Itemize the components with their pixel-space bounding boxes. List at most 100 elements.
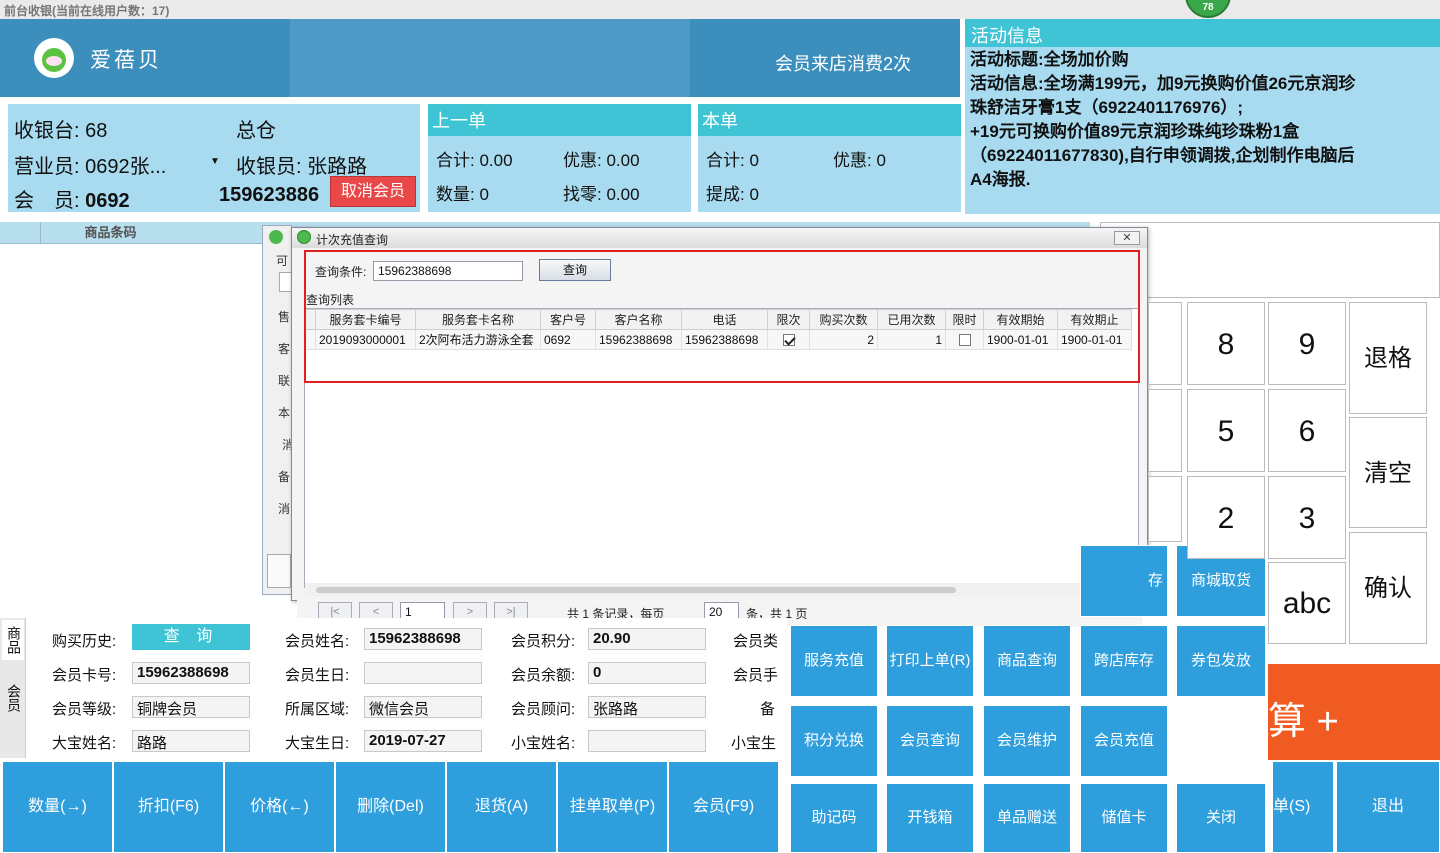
member-name-label: 会员姓名: [285, 633, 350, 650]
delete-button[interactable]: 删除(Del) [335, 761, 446, 853]
exit-button[interactable]: 退出 [1336, 761, 1440, 853]
backspace-key[interactable]: 退格 [1349, 302, 1427, 414]
child1-bday-field[interactable]: 2019-07-27 [364, 730, 482, 752]
stored-value-card-button[interactable]: 储值卡 [1080, 783, 1168, 853]
open-drawer-button[interactable]: 开钱箱 [886, 783, 974, 853]
balance-label: 会员余额: [511, 667, 576, 684]
last-discount-label: 优惠: [563, 151, 607, 170]
key-7-partial[interactable] [1148, 302, 1182, 385]
hold-order-button[interactable]: 挂单取单(P) [557, 761, 668, 853]
scrollbar-thumb[interactable] [316, 587, 956, 593]
child2-bday-label: 小宝生 [731, 735, 777, 752]
card-field[interactable]: 15962388698 [132, 662, 250, 684]
abc-key[interactable]: abc [1268, 562, 1346, 644]
advisor-label: 会员顾问: [511, 701, 576, 718]
member-name-field[interactable]: 15962388698 [364, 628, 482, 650]
advisor-field[interactable]: 张路路 [588, 696, 706, 718]
clerk-info[interactable]: 营业员: 0692张... [14, 150, 166, 179]
member-type-label: 会员类 [733, 633, 779, 650]
region-field[interactable]: 微信会员 [364, 696, 482, 718]
last-order-panel: 上一单 合计: 0.00 优惠: 0.00 数量: 0 找零: 0.00 [428, 104, 691, 212]
member-maintain-button[interactable]: 会员维护 [983, 705, 1071, 777]
points-field[interactable]: 20.90 [588, 628, 706, 650]
level-field[interactable]: 铜牌会员 [132, 696, 250, 718]
history-query-button[interactable]: 查 询 [132, 624, 250, 650]
activity-line: 活动标题:全场加价购 [970, 50, 1129, 69]
mnemonic-button[interactable]: 助记码 [790, 783, 878, 853]
coupon-issue-button[interactable]: 券包发放 [1176, 625, 1266, 697]
back-label: 客 [278, 342, 291, 356]
member-info: 会 员: 0692 [14, 184, 130, 213]
dialog-app-icon [297, 230, 311, 244]
clerk-value: 0692张... [85, 156, 167, 178]
last-order-change: 找零: 0.00 [563, 180, 640, 205]
register-value: 68 [85, 120, 108, 142]
child1-bday-label: 大宝生日: [285, 735, 350, 752]
side-tabs: 商品 会员 [0, 618, 26, 758]
child1-name-field[interactable]: 路路 [132, 730, 250, 752]
discount-button[interactable]: 折扣(F6) [113, 761, 224, 853]
this-commission-value: 0 [749, 185, 759, 204]
last-total-label: 合计: [436, 151, 480, 170]
key-2[interactable]: 2 [1187, 476, 1265, 559]
last-order-total: 合计: 0.00 [436, 146, 513, 171]
cross-store-stock-button[interactable]: 跨店库存 [1080, 625, 1168, 697]
member-phone-label: 会员手 [733, 667, 779, 684]
key-5[interactable]: 5 [1187, 389, 1265, 472]
return-button[interactable]: 退货(A) [446, 761, 557, 853]
points-exchange-button[interactable]: 积分兑换 [790, 705, 878, 777]
tab-member[interactable]: 会员 [2, 678, 24, 718]
key-3[interactable]: 3 [1268, 476, 1346, 559]
balance-field[interactable]: 0 [588, 662, 706, 684]
clerk-label: 营业员: [14, 156, 86, 178]
cashier-value: 张路路 [307, 156, 368, 178]
activity-line: （69224011677830),自行申领调拨,企划制作电脑后 [970, 146, 1355, 165]
service-recharge-button[interactable]: 服务充值 [790, 625, 878, 697]
region-label: 所属区域: [285, 701, 350, 718]
store-partial-button[interactable]: 存 [1080, 545, 1168, 617]
clerk-dropdown-icon[interactable]: ▼ [210, 156, 220, 167]
last-change-value: 0.00 [606, 185, 640, 204]
item-gift-button[interactable]: 单品赠送 [983, 783, 1071, 853]
input-display [1100, 222, 1440, 298]
cancel-member-button[interactable]: 取消会员 [330, 176, 416, 207]
order-s-partial-button[interactable]: 单(S) [1272, 761, 1334, 853]
settle-button[interactable]: 算 + [1268, 664, 1440, 760]
key-1-partial[interactable] [1148, 476, 1182, 542]
back-button[interactable] [267, 554, 291, 588]
key-4-partial[interactable] [1148, 389, 1182, 472]
quantity-button[interactable]: 数量(→) [2, 761, 113, 853]
product-grid[interactable] [0, 244, 265, 588]
points-label: 会员积分: [511, 633, 576, 650]
clear-key[interactable]: 清空 [1349, 417, 1427, 528]
key-9[interactable]: 9 [1268, 302, 1346, 385]
last-order-qty: 数量: 0 [436, 180, 489, 205]
child2-name-field[interactable] [588, 730, 706, 752]
this-order-commission: 提成: 0 [706, 180, 759, 205]
member-query-button[interactable]: 会员查询 [886, 705, 974, 777]
birthday-field[interactable] [364, 662, 482, 684]
close-icon[interactable]: ✕ [1114, 231, 1140, 245]
history-label: 购买历史: [52, 633, 117, 650]
member-recharge-button[interactable]: 会员充值 [1080, 705, 1168, 777]
this-order-discount: 优惠: 0 [833, 146, 886, 171]
last-qty-value: 0 [479, 185, 489, 204]
print-last-button[interactable]: 打印上单(R) [886, 625, 974, 697]
member-label: 会 员: [14, 190, 86, 212]
close-button[interactable]: 关闭 [1176, 783, 1266, 853]
key-8[interactable]: 8 [1187, 302, 1265, 385]
column-barcode[interactable]: 商品条码 [40, 222, 180, 244]
this-total-label: 合计: [706, 151, 750, 170]
key-6[interactable]: 6 [1268, 389, 1346, 472]
back-label: 本 [278, 406, 291, 420]
confirm-key[interactable]: 确认 [1349, 532, 1427, 644]
product-query-button[interactable]: 商品查询 [983, 625, 1071, 697]
price-button[interactable]: 价格(←) [224, 761, 335, 853]
level-label: 会员等级: [52, 701, 117, 718]
member-f9-button[interactable]: 会员(F9) [668, 761, 779, 853]
this-commission-label: 提成: [706, 185, 750, 204]
child2-name-label: 小宝姓名: [511, 735, 576, 752]
tab-products[interactable]: 商品 [2, 620, 24, 660]
last-qty-label: 数量: [436, 185, 480, 204]
activity-line: 活动信息:全场满199元，加9元换购价值26元京润珍 [970, 74, 1356, 93]
